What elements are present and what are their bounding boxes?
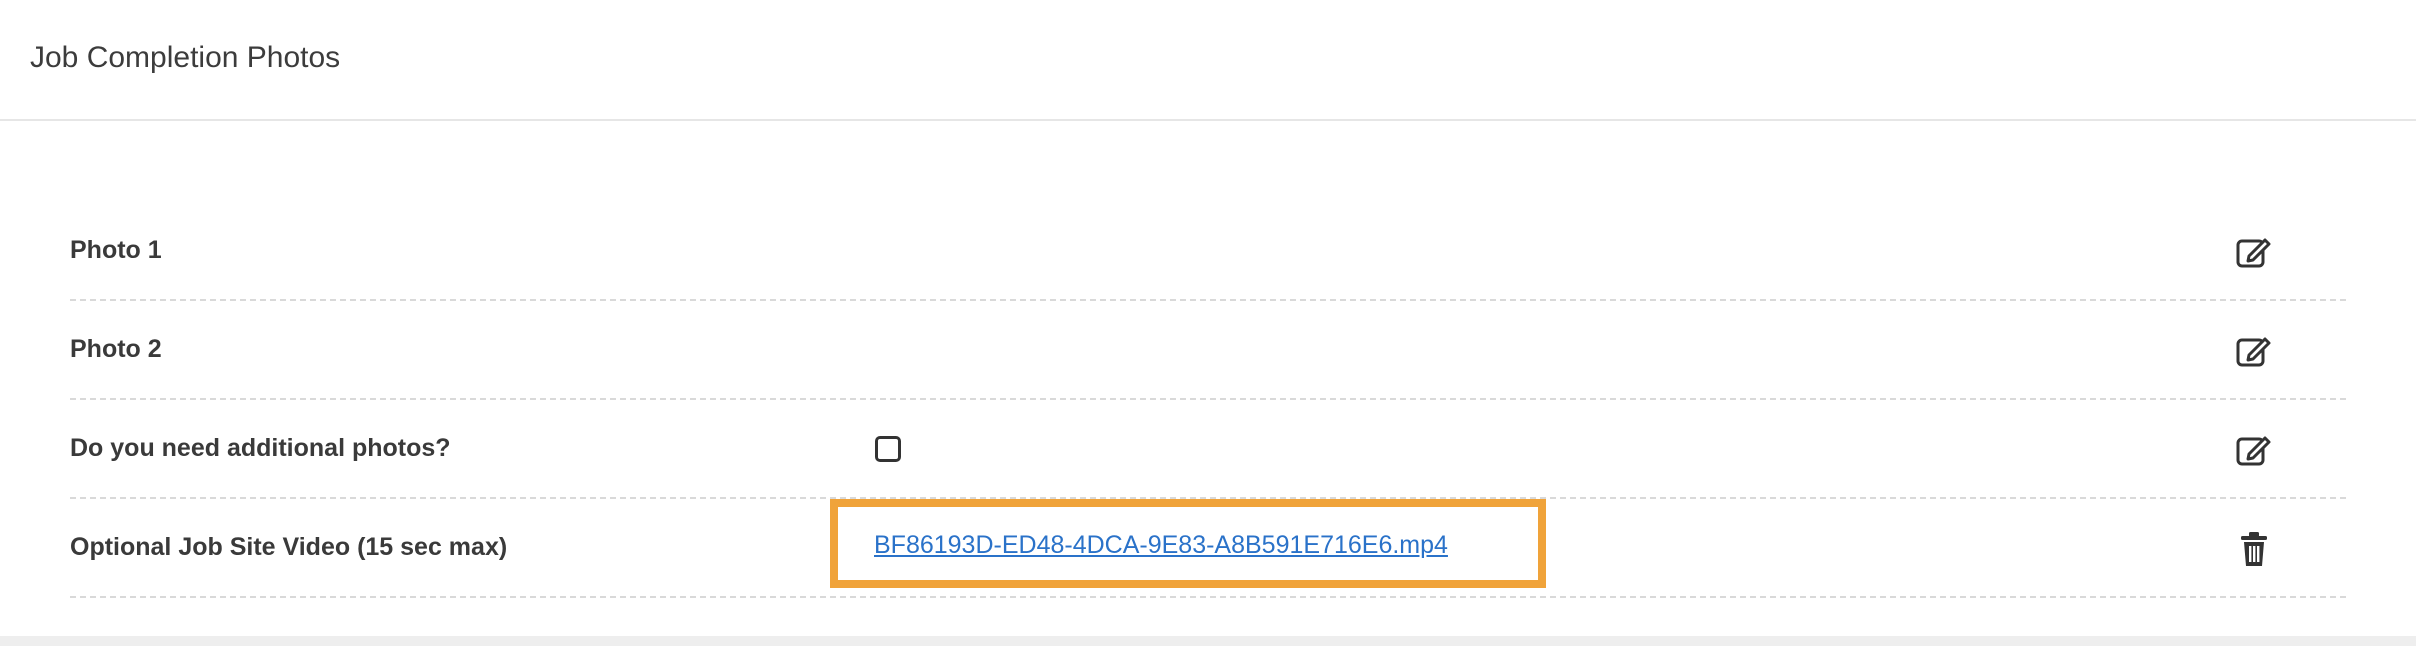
job-completion-photos-page: Job Completion Photos Photo 1 Photo 2 Do… [0,0,2416,646]
edit-icon[interactable] [2234,430,2274,470]
photo-fields-list: Photo 1 Photo 2 Do you need additional p… [70,202,2346,598]
section-header: Job Completion Photos [0,0,2416,121]
field-label: Do you need additional photos? [70,434,451,462]
field-row-photo-2: Photo 2 [70,301,2346,400]
field-row-additional-photos: Do you need additional photos? [70,400,2346,499]
bottom-divider [0,636,2416,646]
field-row-job-site-video: Optional Job Site Video (15 sec max) BF8… [70,499,2346,598]
field-label: Optional Job Site Video (15 sec max) [70,533,508,561]
field-label: Photo 2 [70,335,162,363]
field-row-photo-1: Photo 1 [70,202,2346,301]
video-file-link[interactable]: BF86193D-ED48-4DCA-9E83-A8B591E716E6.mp4 [874,528,1448,562]
highlighted-file-box: BF86193D-ED48-4DCA-9E83-A8B591E716E6.mp4 [830,499,1546,588]
field-label: Photo 1 [70,236,162,264]
edit-icon[interactable] [2234,232,2274,272]
section-title: Job Completion Photos [30,41,341,74]
edit-icon[interactable] [2234,331,2274,371]
trash-icon[interactable] [2234,529,2274,569]
additional-photos-checkbox[interactable] [875,436,901,462]
